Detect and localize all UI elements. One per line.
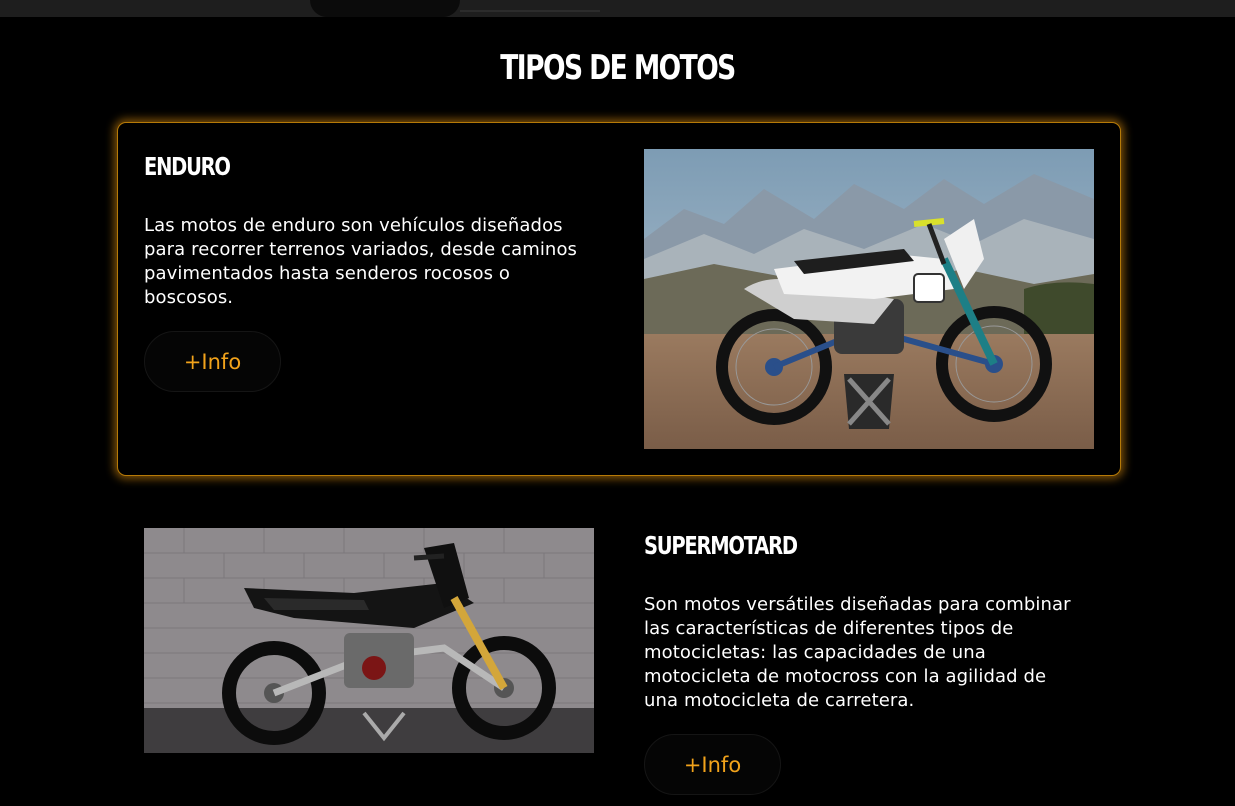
card-title-enduro: ENDURO <box>144 152 231 181</box>
card-text-enduro: Las motos de enduro son vehículos diseña… <box>144 215 578 308</box>
info-button-enduro[interactable]: +Info <box>144 331 281 392</box>
section-title: TIPOS DE MOTOS <box>500 48 736 88</box>
supermotard-bike-illustration <box>144 528 594 753</box>
enduro-bike-photo <box>644 149 1094 449</box>
top-hero-strip <box>0 0 1235 17</box>
supermotard-bike-photo <box>144 528 594 753</box>
card-text-supermotard: Son motos versátiles diseñadas para comb… <box>644 594 1071 711</box>
card-title-supermotard: SUPERMOTARD <box>644 531 798 560</box>
enduro-bike-illustration <box>644 149 1094 449</box>
hero-image-fragment <box>310 0 460 17</box>
hero-image-fragment-line <box>460 10 600 12</box>
info-button-supermotard[interactable]: +Info <box>644 734 781 795</box>
